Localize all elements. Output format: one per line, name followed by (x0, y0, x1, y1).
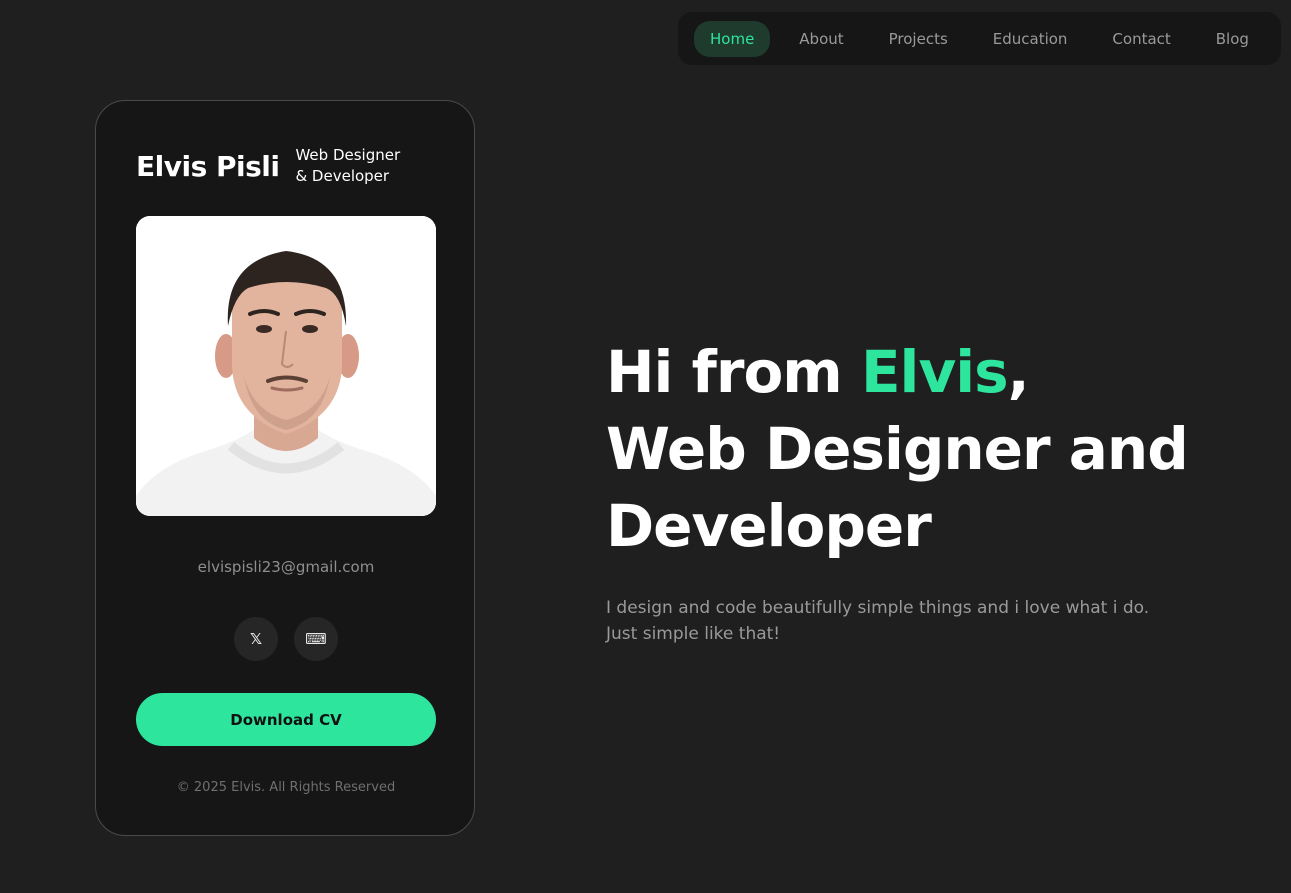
x-twitter-icon[interactable]: 𝕏 (234, 617, 278, 661)
profile-card: Elvis Pisli Web Designer & Developer elv… (95, 100, 475, 836)
nav-about[interactable]: About (783, 21, 859, 57)
nav-home[interactable]: Home (694, 20, 771, 57)
profile-name: Elvis Pisli (136, 149, 280, 183)
hero-title: Hi from Elvis, Web Designer and Develope… (606, 334, 1246, 565)
social-links: 𝕏 ⌨ (96, 617, 476, 661)
download-cv-button[interactable]: Download CV (136, 693, 436, 746)
profile-role: Web Designer & Developer (295, 145, 405, 187)
profile-photo-illustration (136, 216, 436, 516)
hero-title-line3: Developer (606, 492, 932, 560)
profile-photo (136, 216, 436, 516)
hero-title-line1: Hi from Elvis, (606, 334, 1246, 411)
profile-role-line1: Web Designer (295, 146, 401, 164)
hero-section: Hi from Elvis, Web Designer and Develope… (606, 334, 1246, 647)
hero-greeting-suffix: , (1007, 338, 1030, 406)
nav-education[interactable]: Education (977, 21, 1084, 57)
keyboard-icon[interactable]: ⌨ (294, 617, 338, 661)
hero-greeting-name: Elvis (860, 338, 1009, 406)
copyright-text: © 2025 Elvis. All Rights Reserved (176, 780, 396, 795)
nav-blog[interactable]: Blog (1200, 21, 1265, 57)
portfolio-page: Home About Projects Education Contact Bl… (0, 0, 1291, 893)
profile-role-line2: & Developer (295, 167, 390, 185)
top-nav: Home About Projects Education Contact Bl… (678, 12, 1281, 65)
nav-projects[interactable]: Projects (873, 21, 964, 57)
hero-subtitle: I design and code beautifully simple thi… (606, 598, 1150, 644)
nav-contact[interactable]: Contact (1096, 21, 1186, 57)
profile-header: Elvis Pisli Web Designer & Developer (136, 145, 405, 187)
hero-greeting-prefix: Hi from (606, 338, 861, 406)
profile-email[interactable]: elvispisli23@gmail.com (96, 558, 476, 576)
hero-title-line2: Web Designer and (606, 415, 1189, 483)
